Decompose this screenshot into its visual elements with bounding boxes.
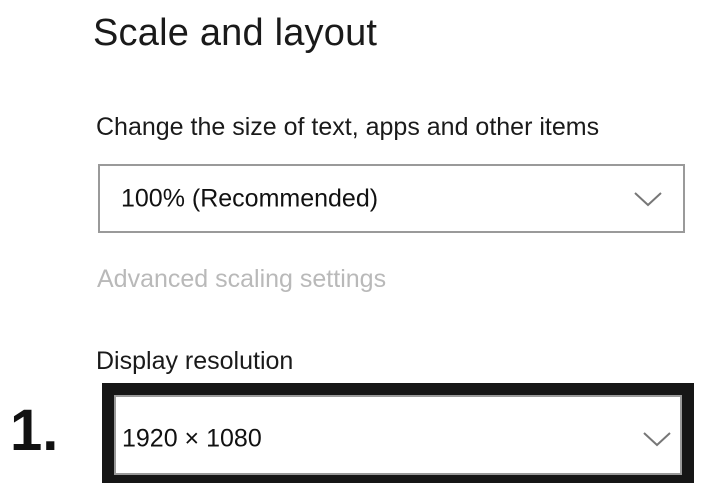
resolution-dropdown[interactable]: 1920 × 1080 — [114, 395, 682, 475]
section-title: Scale and layout — [93, 12, 378, 54]
resolution-dropdown-value: 1920 × 1080 — [122, 424, 262, 453]
step-number-annotation: 1. — [10, 398, 59, 463]
chevron-down-icon — [634, 191, 662, 206]
display-resolution-label: Display resolution — [96, 347, 294, 375]
scale-dropdown-value: 100% (Recommended) — [121, 184, 379, 212]
chevron-down-icon — [643, 432, 671, 447]
scale-label: Change the size of text, apps and other … — [96, 113, 600, 141]
advanced-scaling-settings-link[interactable]: Advanced scaling settings — [97, 265, 386, 294]
scale-dropdown[interactable]: 100% (Recommended) — [98, 164, 685, 233]
